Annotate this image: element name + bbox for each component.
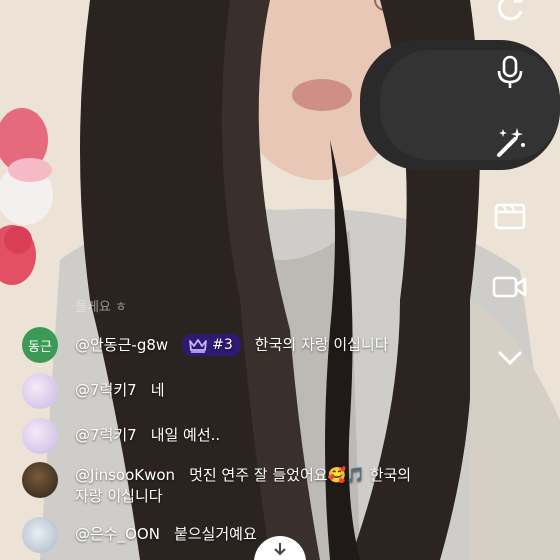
chat-username[interactable]: @은수_OON (75, 525, 160, 543)
badge-label: #3 (212, 336, 233, 353)
action-rail (460, 0, 560, 560)
avatar (22, 462, 58, 498)
avatar (22, 373, 58, 409)
chat-text: 내일 예선.. (150, 426, 221, 444)
chat-message-body: @은수_OON 붙으실거예요 (75, 524, 257, 545)
member-badge: #3 (182, 334, 241, 356)
microphone-button[interactable] (490, 52, 530, 92)
avatar: 동근 (22, 327, 58, 363)
chat-message-body: @7럭키7 네 (75, 380, 165, 401)
clapperboard-icon (494, 203, 526, 230)
crown-icon (189, 338, 208, 353)
chat-faded-message: 을게요 ㅎ (75, 300, 127, 315)
chat-username[interactable]: @JinsooKwon (75, 466, 175, 484)
chat-message-body: @7럭키7 내일 예선.. (75, 425, 220, 446)
chat-username[interactable]: @7럭키7 (75, 426, 137, 444)
chat-message-body: @안동근-g8w #3 한국의 자랑 이십니다 (75, 334, 389, 356)
avatar-initials: 동근 (28, 339, 52, 355)
effects-button[interactable] (490, 122, 530, 162)
refresh-button[interactable] (490, 0, 530, 28)
chat-text: 네 (150, 381, 165, 399)
chat-text: 붙으실거예요 (173, 525, 257, 543)
video-camera-icon (492, 276, 527, 298)
chat-text: 멋진 연주 잘 들었어요🥰🎵 한국의 (189, 466, 412, 484)
avatar (22, 418, 58, 454)
live-stream-view: 을게요 ㅎ 동근 @안동근-g8w #3 한국의 자랑 이십니다 @7럭키7 네 @7… (0, 0, 560, 560)
arrow-down-icon (274, 543, 286, 556)
chat-text-continued: 자랑 이십니다 (75, 487, 163, 505)
chat-text: 한국의 자랑 이십니다 (254, 335, 389, 354)
camera-button[interactable] (490, 267, 530, 307)
avatar (22, 517, 58, 553)
collapse-button[interactable] (490, 338, 530, 378)
clips-button[interactable] (490, 196, 530, 236)
microphone-icon (497, 55, 523, 88)
chat-username[interactable]: @7럭키7 (75, 381, 137, 399)
magic-wand-icon (497, 128, 525, 157)
chat-username[interactable]: @안동근-g8w (75, 336, 168, 354)
refresh-icon (497, 0, 523, 21)
chat-message-body: @JinsooKwon 멋진 연주 잘 들었어요🥰🎵 한국의 자랑 이십니다 (75, 465, 475, 507)
chevron-down-icon (498, 351, 522, 366)
